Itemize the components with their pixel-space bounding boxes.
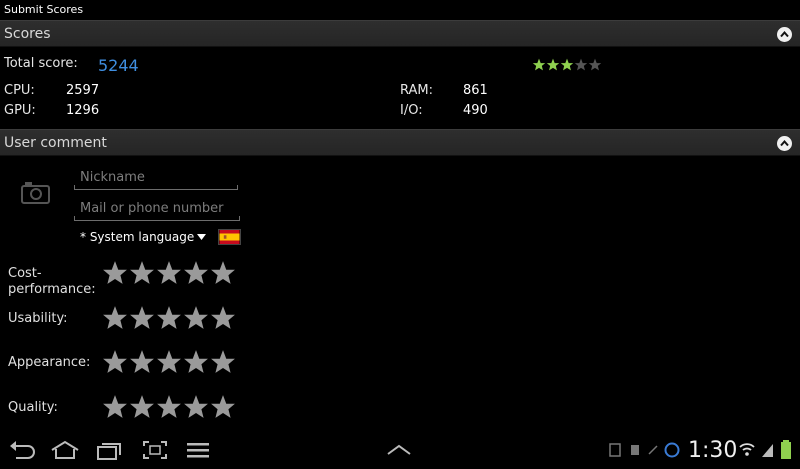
notification-icon[interactable] [608,442,622,458]
signal-icon [762,444,773,457]
window-title: Submit Scores [0,0,800,20]
user-comment-header-label: User comment [4,135,107,151]
appearance-label: Appearance: [8,355,91,370]
cost-performance-label-line2: performance: [8,282,96,297]
language-select[interactable]: * System language [80,230,194,244]
cost-performance-label-line1: Cost- [8,266,42,281]
rating-star-icon[interactable] [156,305,183,331]
chevron-up-icon [780,139,789,147]
total-score-value: 5244 [98,56,139,75]
contact-field[interactable] [74,197,240,221]
star-filled-icon [532,58,546,71]
star-filled-icon [546,58,560,71]
rating-star-icon[interactable] [129,260,156,286]
io-label: I/O: [400,103,423,118]
rating-star-icon[interactable] [129,349,156,375]
usb-icon[interactable] [628,442,642,458]
spain-flag-icon[interactable] [218,229,241,245]
chevron-up-icon [780,30,789,38]
rating-star-icon[interactable] [210,394,237,420]
rating-star-icon[interactable] [102,305,129,331]
rating-star-icon[interactable] [210,305,237,331]
ram-label: RAM: [400,83,433,98]
scores-header-label: Scores [4,26,51,42]
home-icon[interactable] [50,440,80,460]
cpu-value: 2597 [66,83,100,98]
camera-icon[interactable] [20,180,52,206]
score-star-rating [532,56,602,71]
star-empty-icon [574,58,588,71]
dropdown-arrow-icon[interactable] [197,234,206,240]
quality-label: Quality: [8,400,58,415]
scores-header[interactable]: Scores [0,20,800,47]
usability-label: Usability: [8,311,68,326]
status-clock: 1:30 [688,438,738,463]
sync-icon[interactable] [646,442,660,458]
collapse-scores-button[interactable] [777,27,792,42]
contact-input[interactable] [74,197,240,220]
rating-star-icon[interactable] [156,349,183,375]
screenshot-icon[interactable] [142,440,168,460]
user-comment-header[interactable]: User comment [0,129,800,156]
back-icon[interactable] [8,440,36,460]
star-empty-icon [588,58,602,71]
rating-star-icon[interactable] [183,305,210,331]
battery-icon [781,440,791,459]
collapse-comment-button[interactable] [777,136,792,151]
star-filled-icon [560,58,574,71]
wifi-icon [739,443,755,456]
usability-rating[interactable] [102,305,237,331]
chevron-up-icon[interactable] [386,444,412,456]
rating-star-icon[interactable] [183,260,210,286]
cost-performance-rating[interactable] [102,260,237,286]
rating-star-icon[interactable] [102,394,129,420]
menu-icon[interactable] [186,442,210,458]
cpu-label: CPU: [4,83,35,98]
app-status-icon[interactable] [664,441,680,459]
rating-star-icon[interactable] [129,305,156,331]
rating-star-icon[interactable] [156,260,183,286]
gpu-value: 1296 [66,103,100,118]
io-value: 490 [463,103,488,118]
ram-value: 861 [463,83,488,98]
total-score-label: Total score: [4,56,78,71]
quality-rating[interactable] [102,394,237,420]
nickname-field[interactable] [74,166,238,190]
rating-star-icon[interactable] [183,394,210,420]
rating-star-icon[interactable] [210,260,237,286]
rating-star-icon[interactable] [210,349,237,375]
rating-star-icon[interactable] [102,260,129,286]
gpu-label: GPU: [4,103,36,118]
rating-star-icon[interactable] [183,349,210,375]
rating-star-icon[interactable] [102,349,129,375]
rating-star-icon[interactable] [129,394,156,420]
rating-star-icon[interactable] [156,394,183,420]
nickname-input[interactable] [74,166,238,189]
recent-apps-icon[interactable] [96,440,124,460]
appearance-rating[interactable] [102,349,237,375]
cost-performance-label: Cost- performance: [8,266,96,298]
